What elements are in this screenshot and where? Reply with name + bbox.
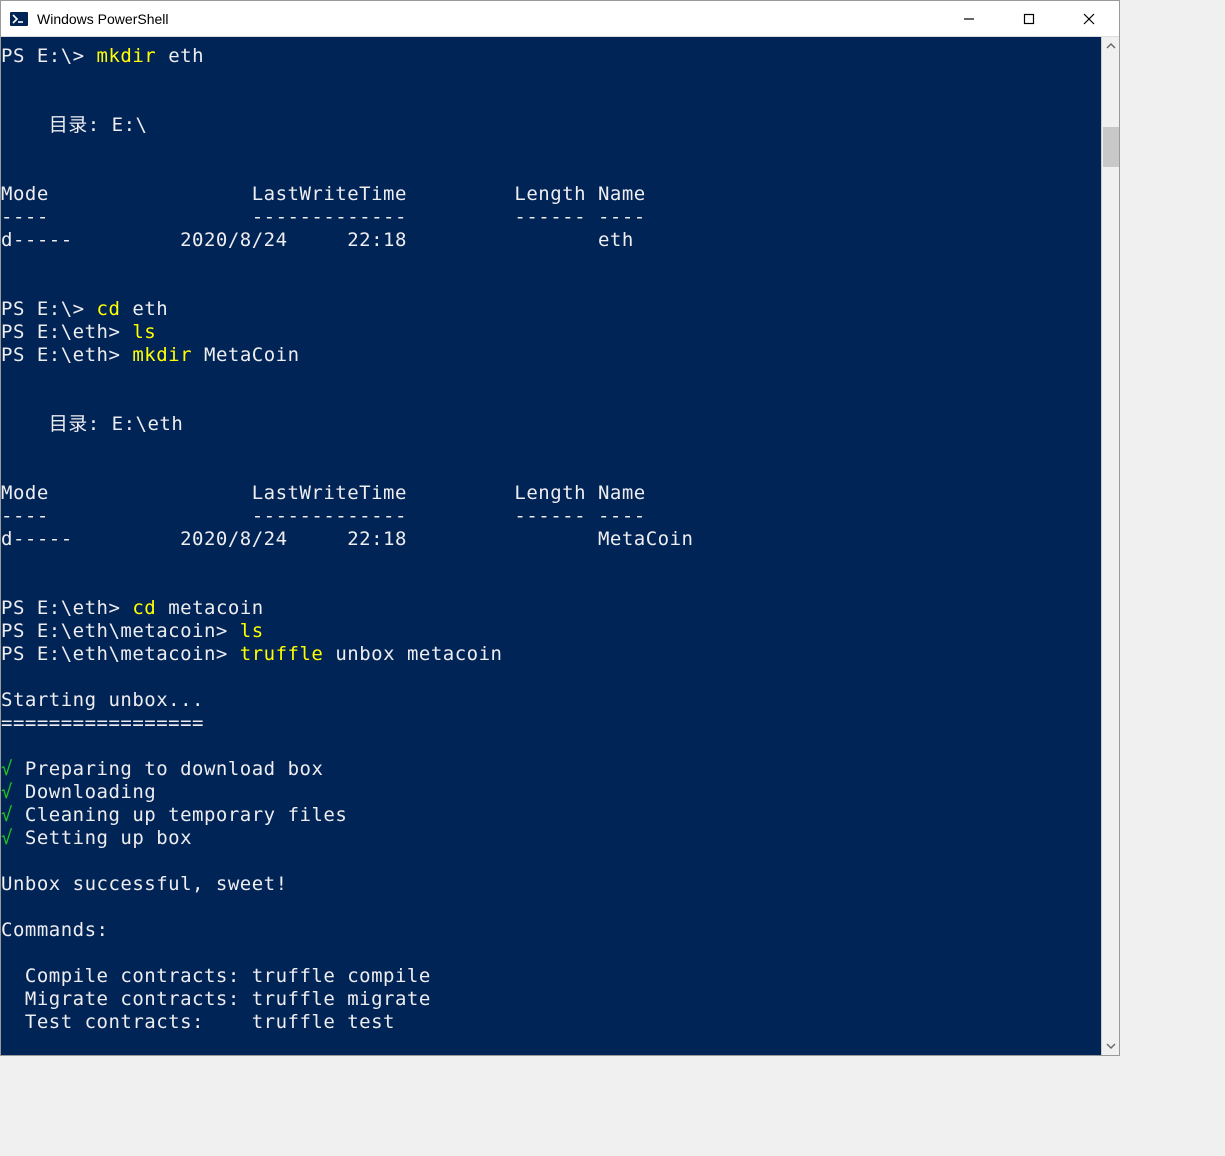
command: mkdir: [132, 344, 192, 366]
output-text: Test contracts: truffle test: [1, 1011, 395, 1033]
chevron-down-icon: [1106, 1041, 1116, 1051]
prompt: PS E:\eth>: [1, 321, 120, 343]
arg: eth: [132, 298, 168, 320]
table-header: Mode LastWriteTime Length Name: [1, 482, 646, 504]
table-divider: ---- ------------- ------ ----: [1, 505, 646, 527]
powershell-icon: [9, 9, 29, 29]
titlebar[interactable]: Windows PowerShell: [1, 1, 1119, 37]
close-button[interactable]: [1059, 1, 1119, 37]
table-divider: ---- ------------- ------ ----: [1, 206, 646, 228]
prompt: PS E:\eth>: [1, 344, 120, 366]
prompt: PS E:\eth>: [1, 597, 120, 619]
output-text: Unbox successful, sweet!: [1, 873, 288, 895]
arg: metacoin: [168, 597, 264, 619]
command: ls: [132, 321, 156, 343]
prompt: PS E:\eth\metacoin>: [1, 643, 228, 665]
output-text: Migrate contracts: truffle migrate: [1, 988, 431, 1010]
command: cd: [97, 298, 121, 320]
powershell-window: Windows PowerShell PS E:\> mkdir eth 目录:…: [0, 0, 1120, 1056]
scrollbar-thumb[interactable]: [1103, 127, 1119, 167]
command: ls: [240, 620, 264, 642]
table-row: d----- 2020/8/24 22:18 eth: [1, 229, 634, 251]
prompt: PS E:\>: [1, 298, 85, 320]
check-icon: √: [1, 827, 13, 849]
prompt: PS E:\>: [1, 45, 85, 67]
terminal-output[interactable]: PS E:\> mkdir eth 目录: E:\ Mode LastWrite…: [1, 37, 1101, 1055]
vertical-scrollbar[interactable]: [1101, 37, 1119, 1055]
output-text: Cleaning up temporary files: [25, 804, 347, 826]
check-icon: √: [1, 758, 13, 780]
output-text: Starting unbox...: [1, 689, 204, 711]
maximize-icon: [1023, 13, 1035, 25]
check-icon: √: [1, 804, 13, 826]
scroll-up-button[interactable]: [1102, 37, 1120, 55]
arg: eth: [168, 45, 204, 67]
output-text: Preparing to download box: [25, 758, 323, 780]
arg: unbox metacoin: [335, 643, 502, 665]
chevron-up-icon: [1106, 41, 1116, 51]
minimize-icon: [963, 13, 975, 25]
command: mkdir: [97, 45, 157, 67]
table-header: Mode LastWriteTime Length Name: [1, 183, 646, 205]
command: cd: [132, 597, 156, 619]
output-text: Downloading: [25, 781, 156, 803]
table-row: d----- 2020/8/24 22:18 MetaCoin: [1, 528, 693, 550]
content-area: PS E:\> mkdir eth 目录: E:\ Mode LastWrite…: [1, 37, 1119, 1055]
output-text: =================: [1, 712, 204, 734]
minimize-button[interactable]: [939, 1, 999, 37]
close-icon: [1083, 13, 1095, 25]
prompt: PS E:\eth\metacoin>: [1, 620, 228, 642]
window-title: Windows PowerShell: [37, 11, 169, 27]
scroll-down-button[interactable]: [1102, 1037, 1120, 1055]
dir-label: 目录: E:\: [1, 114, 147, 136]
output-text: Commands:: [1, 919, 108, 941]
dir-label: 目录: E:\eth: [1, 413, 183, 435]
command: truffle: [240, 643, 324, 665]
output-text: Compile contracts: truffle compile: [1, 965, 431, 987]
output-text: Setting up box: [25, 827, 192, 849]
arg: MetaCoin: [204, 344, 300, 366]
maximize-button[interactable]: [999, 1, 1059, 37]
check-icon: √: [1, 781, 13, 803]
